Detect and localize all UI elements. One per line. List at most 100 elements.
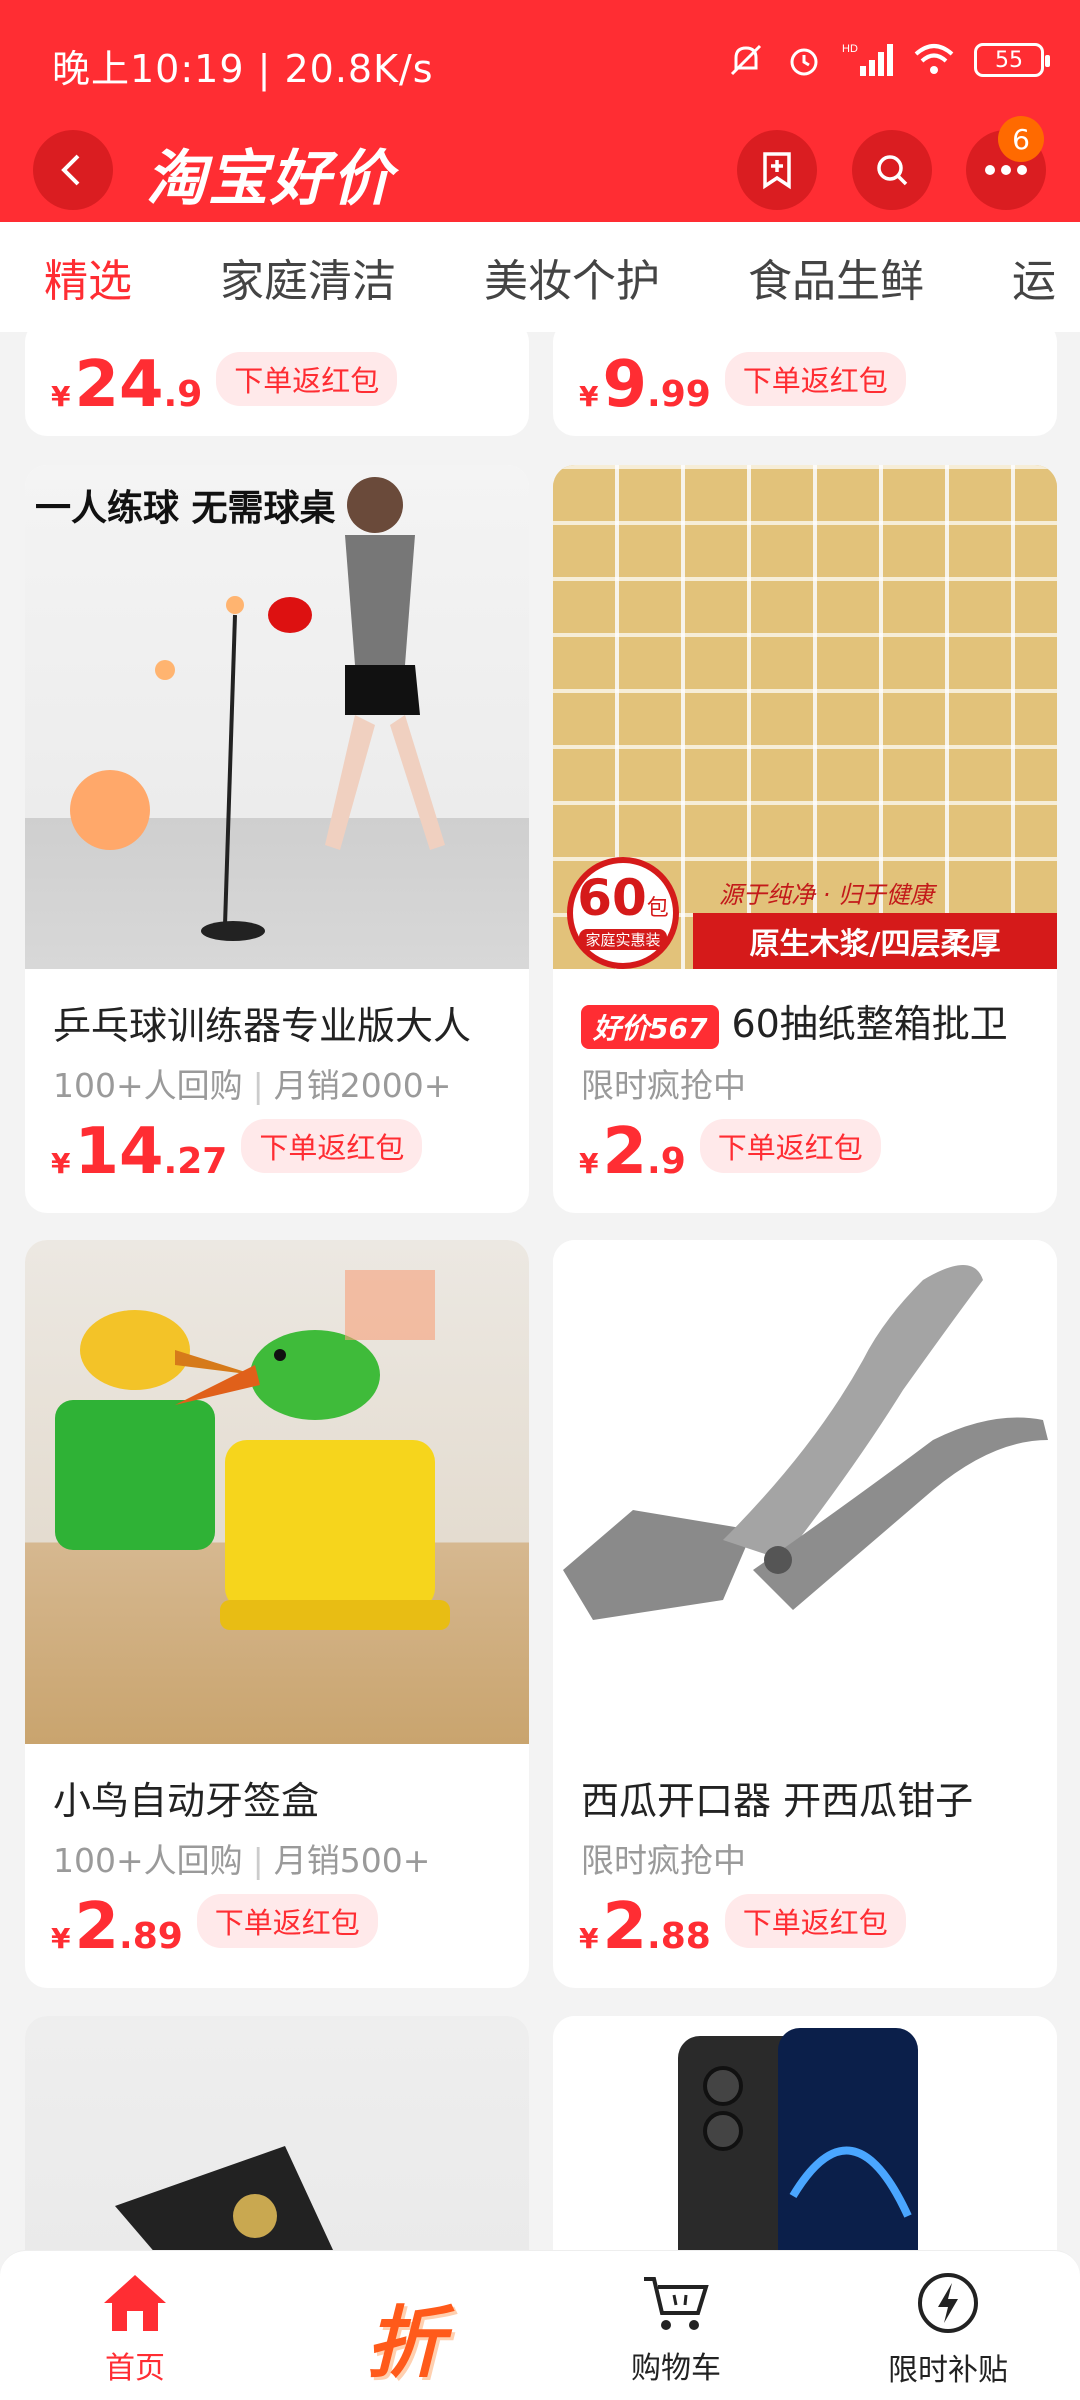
product-title: 乒乓球训练器专业版大人 (53, 1004, 472, 1048)
price-decimal: .9 (647, 1141, 686, 1182)
product-card[interactable]: ¥ 9 .99 下单返红包 (553, 320, 1057, 436)
currency-symbol: ¥ (579, 1922, 599, 1955)
price-row: ¥ 2 .89 下单返红包 (51, 1890, 378, 1964)
tab-home-cleaning[interactable]: 家庭清洁 (220, 245, 396, 309)
search-icon (877, 155, 908, 186)
product-card[interactable]: 一人练球 无需球桌 乒乓球训练器专业版大人 100+人回购 | 月销2000+ ¥ … (25, 465, 529, 1213)
status-time: 晚上10:19 | 20.8K/s (52, 47, 434, 91)
cashback-tag: 下单返红包 (724, 352, 906, 406)
price-integer: 9 (602, 348, 648, 422)
more-dots-icon (985, 165, 1027, 175)
repurchase-count: 100+人回购 (53, 1841, 243, 1880)
category-tabs: 精选 家庭清洁 美妆个护 食品生鲜 运 (0, 222, 1080, 332)
cashback-tag: 下单返红包 (196, 1894, 378, 1948)
product-title: 西瓜开口器 开西瓜钳子 (581, 1779, 974, 1823)
currency-symbol: ¥ (51, 1922, 71, 1955)
tab-food[interactable]: 食品生鲜 (748, 245, 924, 309)
battery-icon: 55 (974, 43, 1050, 77)
status-icons: HD 55 (726, 40, 1050, 80)
price-row: ¥ 9 .99 下单返红包 (579, 348, 906, 422)
alarm-icon (790, 48, 818, 76)
product-card[interactable]: 西瓜开口器 开西瓜钳子 限时疯抢中 ¥ 2 .88 下单返红包 (553, 1240, 1057, 1988)
price-decimal: .27 (163, 1141, 228, 1182)
product-image (25, 2016, 529, 2276)
nav-home[interactable]: 首页 (55, 2271, 215, 2387)
nav-discount[interactable]: 折 (325, 2281, 485, 2393)
tissue-count: 60 (577, 869, 647, 927)
product-image: 一人练球 无需球桌 (25, 465, 529, 969)
card-opener-illustration (115, 2146, 345, 2276)
player-illustration (70, 477, 445, 941)
cashback-tag: 下单返红包 (241, 1119, 423, 1173)
back-button[interactable] (33, 130, 113, 210)
cart-icon (644, 2277, 709, 2330)
product-title-text: 60抽纸整箱批卫 (731, 1002, 1008, 1046)
product-card[interactable]: 小鸟自动牙签盒 100+人回购 | 月销500+ ¥ 2 .89 下单返红包 (25, 1240, 529, 1988)
nav-cart-label: 购物车 (631, 2351, 721, 2386)
divider: | (252, 1841, 264, 1880)
hd-label: HD (842, 43, 858, 55)
currency-symbol: ¥ (579, 380, 599, 413)
nav-flash-sale-label: 限时补贴 (888, 2353, 1008, 2388)
price-decimal: .88 (647, 1916, 711, 1957)
product-image (553, 1240, 1057, 1744)
price-decimal: .99 (647, 374, 711, 415)
tissue-small-label: 家庭实惠装 (579, 929, 667, 950)
lightning-icon (918, 2273, 978, 2333)
product-title: 好价567 60抽纸整箱批卫 (581, 993, 1041, 1049)
phone-illustration (678, 2028, 918, 2276)
currency-symbol: ¥ (51, 1147, 71, 1180)
product-stats: 100+人回购 | 月销500+ (53, 1834, 430, 1882)
price-row: ¥ 2 .9 下单返红包 (579, 1115, 881, 1189)
watermelon-tongs-illustration (563, 1265, 1048, 1620)
nav-home-label: 首页 (105, 2351, 165, 2386)
tissue-banner: 原生木浆/四层柔厚 (693, 913, 1057, 969)
price-integer: 14 (74, 1115, 164, 1189)
nav-flash-sale[interactable]: 限时补贴 (868, 2271, 1028, 2389)
product-image (25, 1240, 529, 1744)
cashback-tag: 下单返红包 (724, 1894, 906, 1948)
currency-symbol: ¥ (579, 1147, 599, 1180)
tissue-count-badge: 60包 家庭实惠装 (567, 857, 679, 969)
price-row: ¥ 2 .88 下单返红包 (579, 1890, 906, 1964)
product-card[interactable] (25, 2016, 529, 2276)
status-bar: 晚上10:19 | 20.8K/s HD 55 (0, 0, 1080, 126)
product-stats: 限时疯抢中 (581, 1066, 746, 1105)
signal-icon: HD (842, 43, 893, 76)
price-row: ¥ 14 .27 下单返红包 (51, 1115, 423, 1189)
chevron-left-icon (61, 154, 80, 186)
product-card[interactable] (553, 2016, 1057, 2276)
wifi-icon (914, 44, 954, 74)
tab-beauty[interactable]: 美妆个护 (484, 245, 660, 309)
mute-bell-icon (730, 44, 762, 76)
price-integer: 2 (602, 1115, 648, 1189)
notification-badge: 6 (998, 116, 1044, 162)
price-row: ¥ 24 .9 下单返红包 (51, 348, 398, 422)
toothpick-box-illustration (55, 1270, 450, 1630)
tissue-slogan: 源于纯净 · 归于健康 (719, 881, 934, 909)
product-image (553, 2016, 1057, 2276)
nav-cart[interactable]: 购物车 (596, 2271, 756, 2387)
monthly-sales: 月销500+ (273, 1841, 431, 1880)
product-stats: 100+人回购 | 月销2000+ (53, 1059, 451, 1107)
tab-featured[interactable]: 精选 (44, 245, 132, 309)
price-integer: 24 (74, 348, 164, 422)
monthly-sales: 月销2000+ (273, 1066, 452, 1105)
top-bar: 晚上10:19 | 20.8K/s HD 55 淘宝好价 (0, 0, 1080, 222)
price-decimal: .89 (119, 1916, 183, 1957)
bottom-navigation: 首页 折 购物车 限时补贴 (0, 2250, 1080, 2400)
search-button[interactable] (852, 130, 932, 210)
tab-sports[interactable]: 运 (1012, 245, 1056, 309)
home-icon (104, 2275, 166, 2331)
currency-symbol: ¥ (51, 380, 71, 413)
price-decimal: .9 (163, 374, 203, 415)
product-image: 60包 家庭实惠装 源于纯净 · 归于健康 原生木浆/四层柔厚 (553, 465, 1057, 969)
tissue-unit: 包 (646, 896, 669, 921)
discount-icon: 折 (365, 2299, 444, 2389)
product-title: 小鸟自动牙签盒 (53, 1779, 320, 1823)
bookmark-button[interactable] (737, 130, 817, 210)
product-card[interactable]: ¥ 24 .9 下单返红包 (25, 320, 529, 436)
app-logo: 淘宝好价 (146, 144, 394, 214)
bookmark-add-icon (763, 152, 791, 190)
product-card[interactable]: 60包 家庭实惠装 源于纯净 · 归于健康 原生木浆/四层柔厚 好价567 60抽… (553, 465, 1057, 1213)
